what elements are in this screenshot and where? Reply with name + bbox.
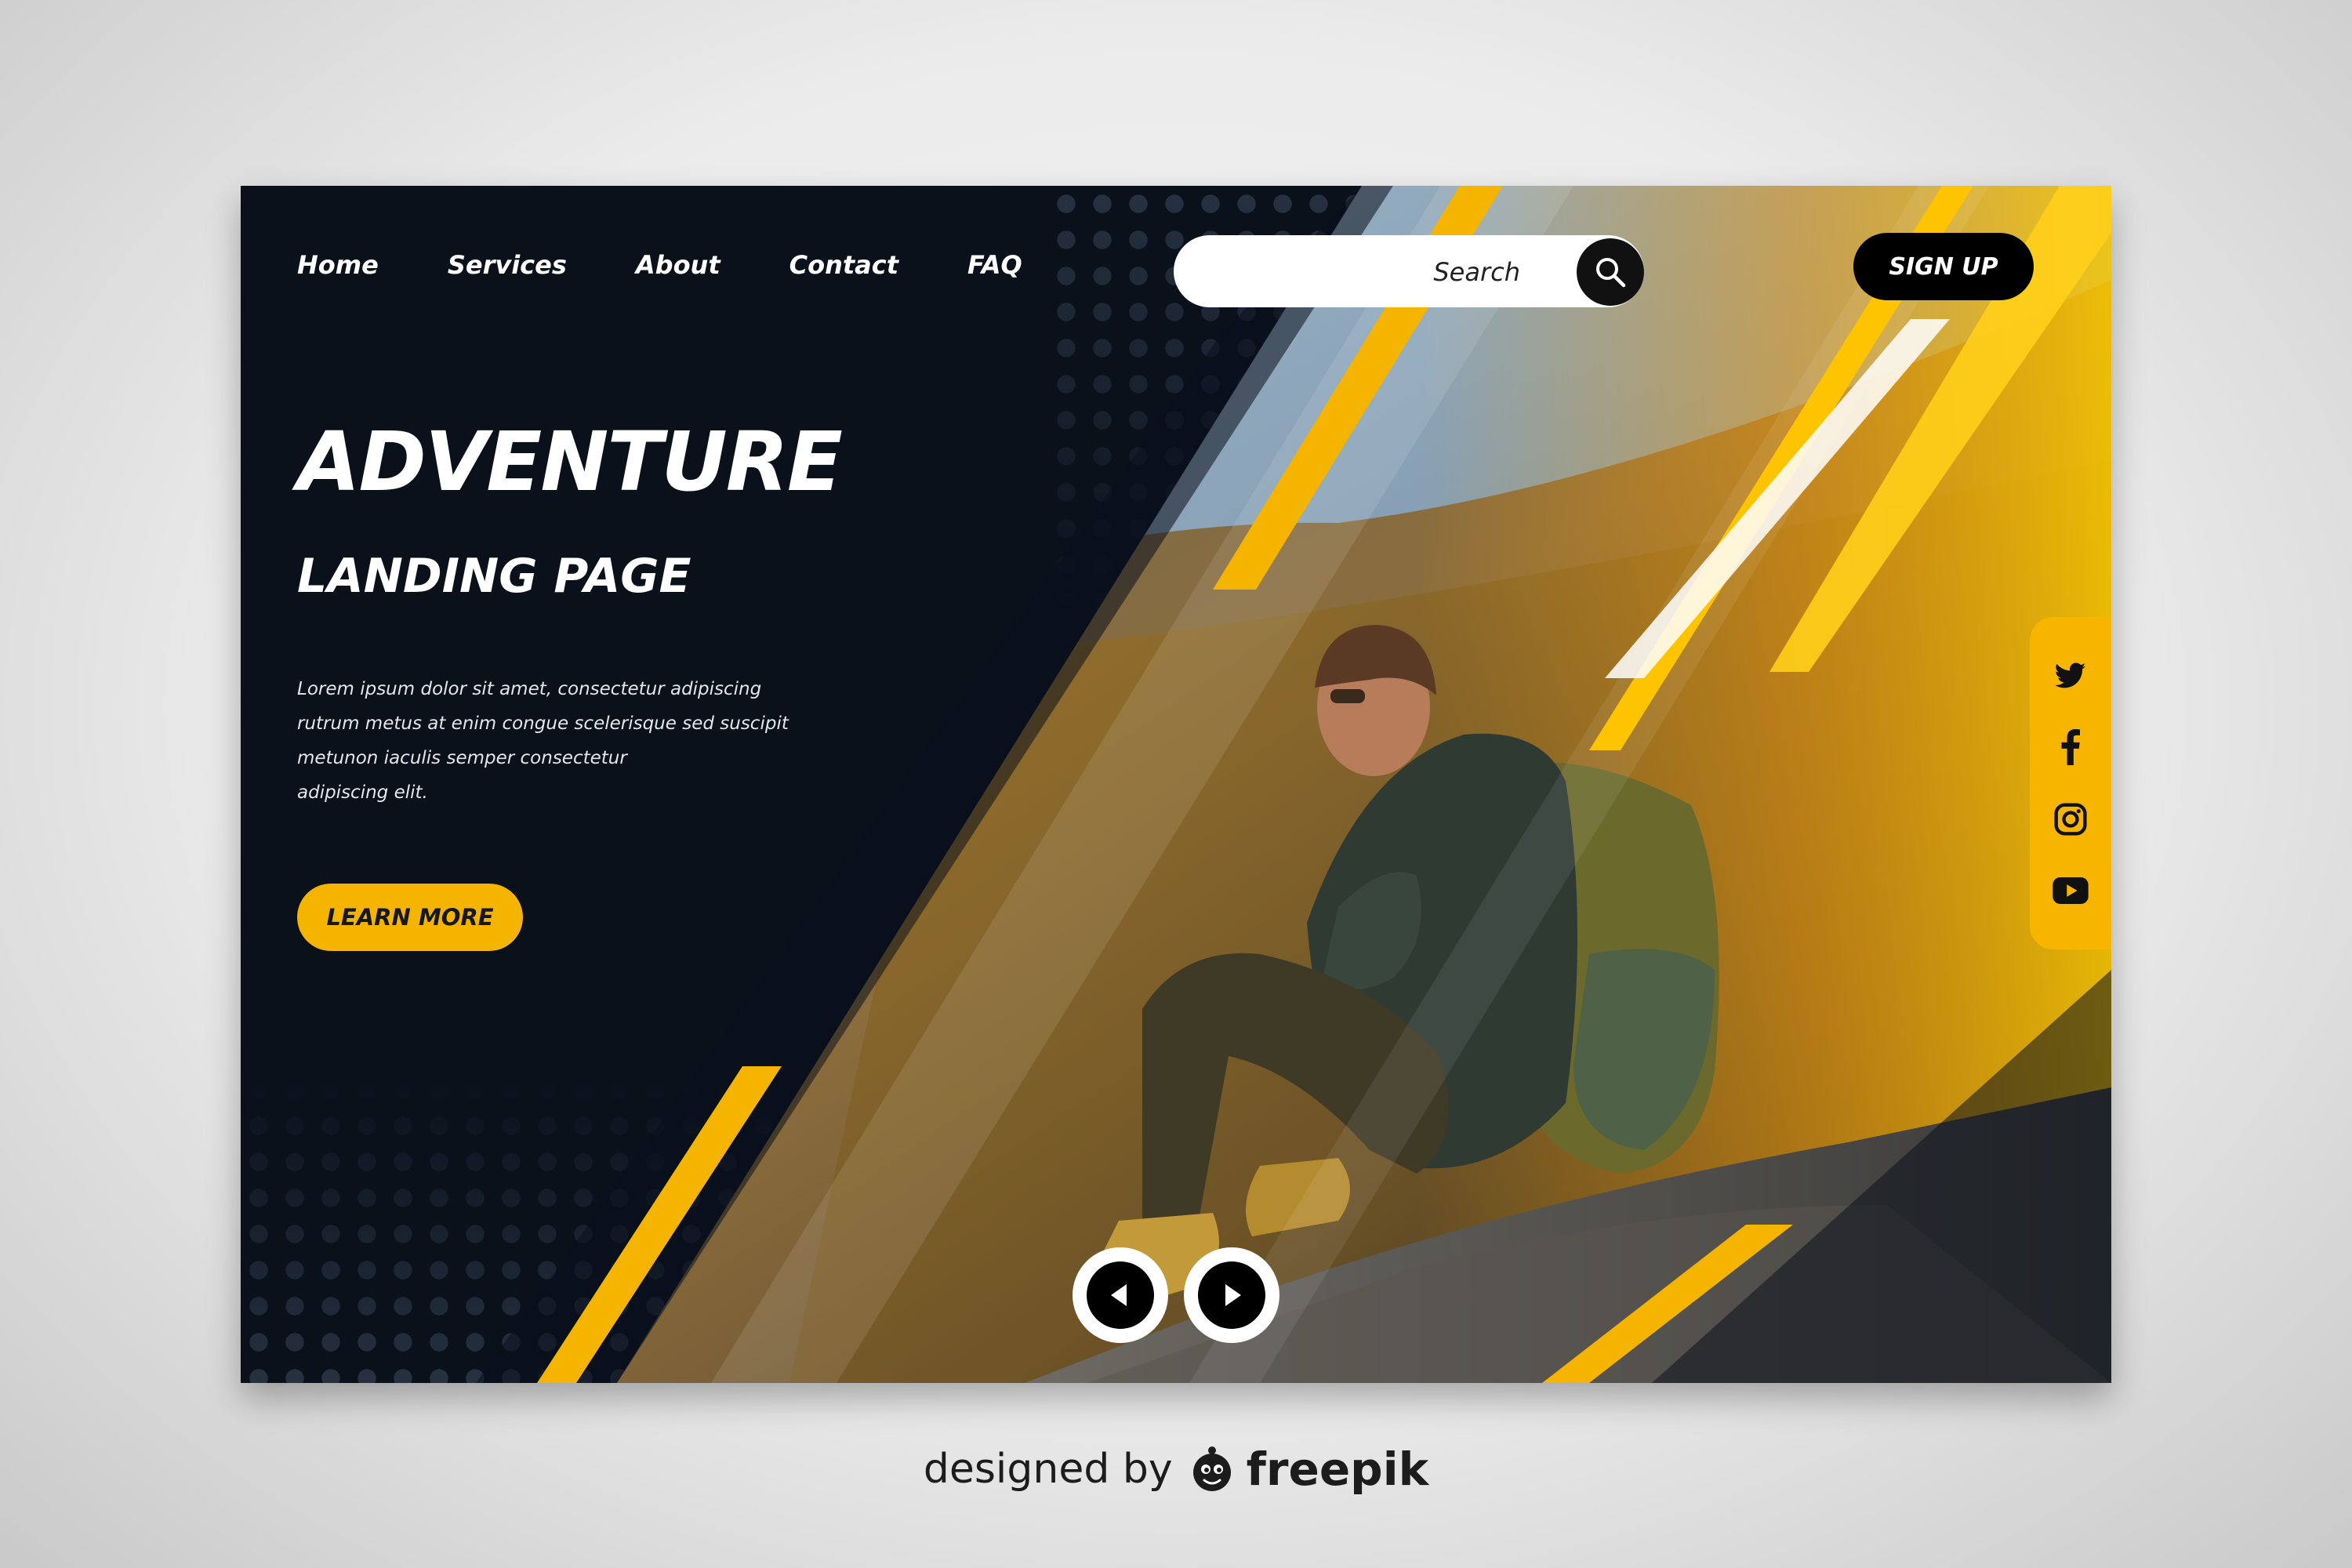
nav-link-home[interactable]: Home bbox=[297, 250, 379, 280]
search-input[interactable] bbox=[1205, 235, 1522, 309]
credit-prefix: designed by bbox=[923, 1446, 1173, 1493]
nav-link-about[interactable]: About bbox=[636, 250, 720, 280]
search-button[interactable] bbox=[1577, 238, 1644, 306]
chevron-left-icon bbox=[1111, 1284, 1127, 1306]
search-bar bbox=[1174, 235, 1644, 309]
nav-link-services[interactable]: Services bbox=[448, 250, 567, 280]
learn-more-button[interactable]: LEARN MORE bbox=[297, 884, 523, 951]
twitter-icon[interactable] bbox=[2049, 654, 2092, 698]
main-nav: Home Services About Contact FAQ bbox=[297, 250, 1022, 280]
freepik-logo-icon bbox=[1192, 1446, 1231, 1491]
search-icon bbox=[1596, 258, 1626, 288]
hero-subtitle: LANDING PAGE bbox=[297, 549, 691, 604]
nav-link-contact[interactable]: Contact bbox=[789, 250, 898, 280]
nav-link-faq[interactable]: FAQ bbox=[967, 250, 1022, 280]
facebook-icon[interactable] bbox=[2049, 725, 2092, 769]
instagram-icon[interactable] bbox=[2049, 797, 2092, 841]
chevron-right-icon bbox=[1225, 1284, 1241, 1306]
slider-prev-button[interactable] bbox=[1073, 1247, 1168, 1343]
credit-brand: freepik bbox=[1246, 1443, 1429, 1496]
sign-up-button[interactable]: SIGN UP bbox=[1853, 233, 2034, 300]
designer-credit: designed by freepik bbox=[0, 1443, 2352, 1496]
landing-page-frame: Home Services About Contact FAQ SIGN UP … bbox=[241, 186, 2111, 1383]
social-bar bbox=[2030, 617, 2111, 949]
slider-next-button[interactable] bbox=[1184, 1247, 1279, 1343]
youtube-icon[interactable] bbox=[2049, 869, 2092, 913]
hero-body-text: Lorem ipsum dolor sit amet, consectetur … bbox=[297, 679, 789, 803]
hero-title: ADVENTURE bbox=[297, 414, 843, 510]
